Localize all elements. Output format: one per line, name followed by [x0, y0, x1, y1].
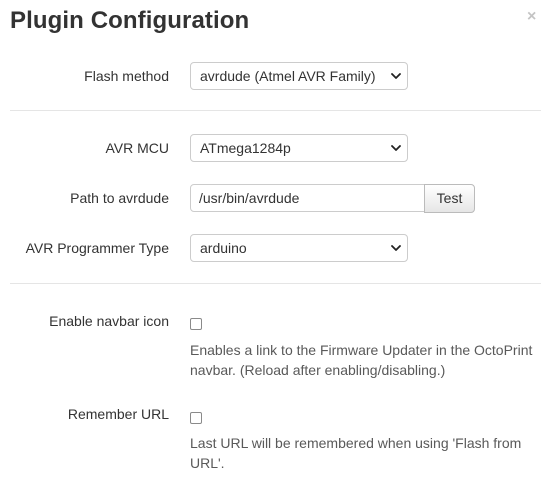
plugin-configuration-dialog: Plugin Configuration × Flash method avrd…: [0, 0, 552, 488]
avrdude-path-input[interactable]: [190, 184, 425, 212]
section-divider: [10, 110, 541, 111]
avr-mcu-select[interactable]: ATmega1284p: [190, 134, 408, 162]
avrdude-path-label: Path to avrdude: [70, 190, 169, 206]
remember-url-label: Remember URL: [67, 406, 169, 422]
navbar-icon-help-text: Enables a link to the Firmware Updater i…: [190, 342, 533, 378]
chevron-down-icon: [391, 73, 401, 79]
test-button[interactable]: Test: [424, 184, 475, 213]
remember-url-help-text: Last URL will be remembered when using '…: [190, 435, 522, 471]
programmer-type-select[interactable]: arduino: [190, 234, 408, 262]
programmer-type-label: AVR Programmer Type: [25, 240, 169, 256]
programmer-type-value: arduino: [200, 240, 247, 256]
avr-mcu-value: ATmega1284p: [200, 140, 291, 156]
navbar-icon-label: Enable navbar icon: [49, 313, 169, 329]
flash-method-select[interactable]: avrdude (Atmel AVR Family): [190, 62, 408, 90]
navbar-icon-checkbox[interactable]: [190, 318, 202, 330]
flash-method-label: Flash method: [84, 68, 169, 84]
close-icon[interactable]: ×: [527, 8, 536, 26]
flash-method-value: avrdude (Atmel AVR Family): [200, 68, 376, 84]
chevron-down-icon: [391, 145, 401, 151]
section-divider: [10, 283, 541, 284]
avr-mcu-label: AVR MCU: [105, 140, 169, 156]
chevron-down-icon: [391, 245, 401, 251]
remember-url-checkbox[interactable]: [190, 412, 202, 424]
dialog-title: Plugin Configuration: [10, 7, 250, 34]
